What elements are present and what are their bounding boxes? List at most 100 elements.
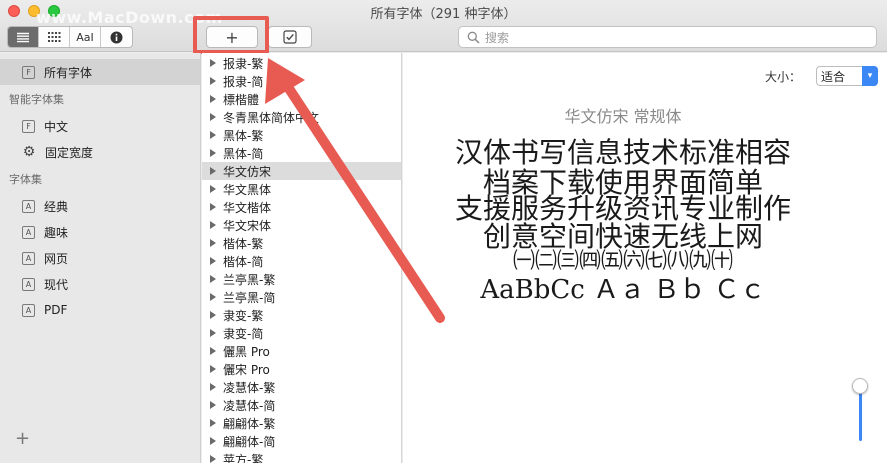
disclosure-triangle-icon[interactable] <box>210 131 216 139</box>
sidebar-group-header: 智能字体集 <box>9 93 64 106</box>
font-family-label: 隶变-简 <box>223 326 264 341</box>
sidebar-item-label: 经典 <box>44 199 69 214</box>
font-family-row[interactable]: 黑体-简 <box>202 144 401 162</box>
disclosure-triangle-icon[interactable] <box>210 185 216 193</box>
sidebar-item-label: 固定宽度 <box>45 145 94 160</box>
size-select[interactable]: 适合 ▾ <box>816 66 878 86</box>
font-family-row[interactable]: 楷体-繁 <box>202 234 401 252</box>
font-family-label: 华文仿宋 <box>223 164 272 179</box>
search-field[interactable]: 搜索 <box>458 26 877 48</box>
preview-font-name: 华文仿宋 常规体 <box>564 107 682 126</box>
disclosure-triangle-icon[interactable] <box>210 113 216 121</box>
font-family-label: 隶变-繁 <box>223 308 264 323</box>
font-family-row[interactable]: 楷体-简 <box>202 252 401 270</box>
font-family-row[interactable]: 翩翩体-繁 <box>202 414 401 432</box>
sample-view-button[interactable]: AaI <box>70 27 101 47</box>
font-family-row[interactable]: 凌慧体-简 <box>202 396 401 414</box>
disclosure-triangle-icon[interactable] <box>210 203 216 211</box>
chevron-updown-icon: ▾ <box>862 66 878 86</box>
font-icon: F <box>22 65 35 79</box>
collection-icon: A <box>22 303 35 317</box>
window-title: 所有字体（291 种字体） <box>370 7 517 22</box>
font-family-label: 標楷體 <box>223 92 260 107</box>
sidebar-item[interactable]: F 所有字体 <box>0 59 200 85</box>
collection-icon: A <box>22 251 35 265</box>
font-family-row[interactable]: 標楷體 <box>202 90 401 108</box>
disclosure-triangle-icon[interactable] <box>210 311 216 319</box>
sidebar-item[interactable]: A PDF <box>0 297 200 323</box>
preview-pane: 大小： 适合 ▾ 华文仿宋 常规体 汉体书写信息技术标准相容 档案下载使用界面简… <box>403 53 887 463</box>
font-family-label: 苹方-繁 <box>223 452 264 463</box>
size-select-value: 适合 <box>821 69 846 84</box>
disclosure-triangle-icon[interactable] <box>210 275 216 283</box>
font-family-label: 翩翩体-简 <box>223 434 276 449</box>
sidebar-group-header: 字体集 <box>9 173 42 186</box>
font-family-row[interactable]: 翩翩体-简 <box>202 432 401 450</box>
collection-icon: A <box>22 277 35 291</box>
disclosure-triangle-icon[interactable] <box>210 239 216 247</box>
font-family-row[interactable]: 报隶-简 <box>202 72 401 90</box>
font-family-row[interactable]: 儷宋 Pro <box>202 360 401 378</box>
grid-view-button[interactable] <box>39 27 70 47</box>
sidebar-item[interactable]: F 中文 <box>0 113 200 139</box>
sidebar-item[interactable]: A 网页 <box>0 245 200 271</box>
disclosure-triangle-icon[interactable] <box>210 59 216 67</box>
font-family-row[interactable]: 黑体-繁 <box>202 126 401 144</box>
info-button[interactable] <box>101 27 132 47</box>
disclosure-triangle-icon[interactable] <box>210 455 216 463</box>
disclosure-triangle-icon[interactable] <box>210 149 216 157</box>
font-family-label: 黑体-繁 <box>223 128 264 143</box>
sidebar-item-label: 中文 <box>44 119 69 134</box>
font-family-row[interactable]: 兰亭黑-简 <box>202 288 401 306</box>
sidebar-item[interactable]: ⚙ 固定宽度 <box>0 139 200 165</box>
font-family-row[interactable]: 苹方-繁 <box>202 450 401 463</box>
add-collection-button[interactable]: + <box>15 428 30 449</box>
disclosure-triangle-icon[interactable] <box>210 293 216 301</box>
font-family-label: 凌慧体-简 <box>223 398 276 413</box>
font-family-row[interactable]: 兰亭黑-繁 <box>202 270 401 288</box>
disclosure-triangle-icon[interactable] <box>210 383 216 391</box>
size-slider-knob[interactable] <box>852 378 868 394</box>
disclosure-triangle-icon[interactable] <box>210 401 216 409</box>
disclosure-triangle-icon[interactable] <box>210 437 216 445</box>
font-family-row[interactable]: 报隶-繁 <box>202 54 401 72</box>
font-family-label: 黑体-简 <box>223 146 264 161</box>
list-view-button[interactable] <box>8 27 39 47</box>
sidebar-item[interactable]: A 现代 <box>0 271 200 297</box>
font-family-row[interactable]: 华文仿宋 <box>202 162 401 180</box>
disclosure-triangle-icon[interactable] <box>210 77 216 85</box>
sidebar-item[interactable]: A 趣味 <box>0 219 200 245</box>
font-family-row[interactable]: 华文楷体 <box>202 198 401 216</box>
font-family-row[interactable]: 华文宋体 <box>202 216 401 234</box>
disclosure-triangle-icon[interactable] <box>210 167 216 175</box>
font-family-label: 华文黑体 <box>223 182 272 197</box>
search-placeholder: 搜索 <box>485 30 510 45</box>
size-slider-track[interactable] <box>859 393 862 441</box>
font-family-row[interactable]: 隶变-繁 <box>202 306 401 324</box>
disclosure-triangle-icon[interactable] <box>210 365 216 373</box>
disclosure-triangle-icon[interactable] <box>210 95 216 103</box>
grid-view-icon <box>48 32 61 42</box>
font-family-row[interactable]: 凌慧体-繁 <box>202 378 401 396</box>
font-family-label: 凌慧体-繁 <box>223 380 276 395</box>
checkbox-icon <box>283 30 297 44</box>
font-family-label: 华文宋体 <box>223 218 272 233</box>
font-family-row[interactable]: 冬青黑体简体中文 <box>202 108 401 126</box>
font-family-row[interactable]: 儷黑 Pro <box>202 342 401 360</box>
disclosure-triangle-icon[interactable] <box>210 347 216 355</box>
disclosure-triangle-icon[interactable] <box>210 257 216 265</box>
validate-font-button[interactable] <box>268 26 312 48</box>
font-family-row[interactable]: 华文黑体 <box>202 180 401 198</box>
disclosure-triangle-icon[interactable] <box>210 419 216 427</box>
font-family-row[interactable]: 隶变-简 <box>202 324 401 342</box>
sidebar-item-label: 所有字体 <box>44 65 93 80</box>
sidebar: F 所有字体 智能字体集 F 中文 ⚙ 固定宽度 字体集 A 经典 A 趣味 A 网页 A 现代 A PDF + <box>0 53 201 463</box>
font-family-label: 报隶-繁 <box>223 56 264 71</box>
disclosure-triangle-icon[interactable] <box>210 221 216 229</box>
size-label: 大小： <box>765 70 802 84</box>
font-family-label: 翩翩体-繁 <box>223 416 276 431</box>
title-bar: www.MacDown.com 所有字体（291 种字体） AaI + 搜索 <box>0 0 887 52</box>
disclosure-triangle-icon[interactable] <box>210 329 216 337</box>
font-family-label: 华文楷体 <box>223 200 272 215</box>
sidebar-item[interactable]: A 经典 <box>0 193 200 219</box>
